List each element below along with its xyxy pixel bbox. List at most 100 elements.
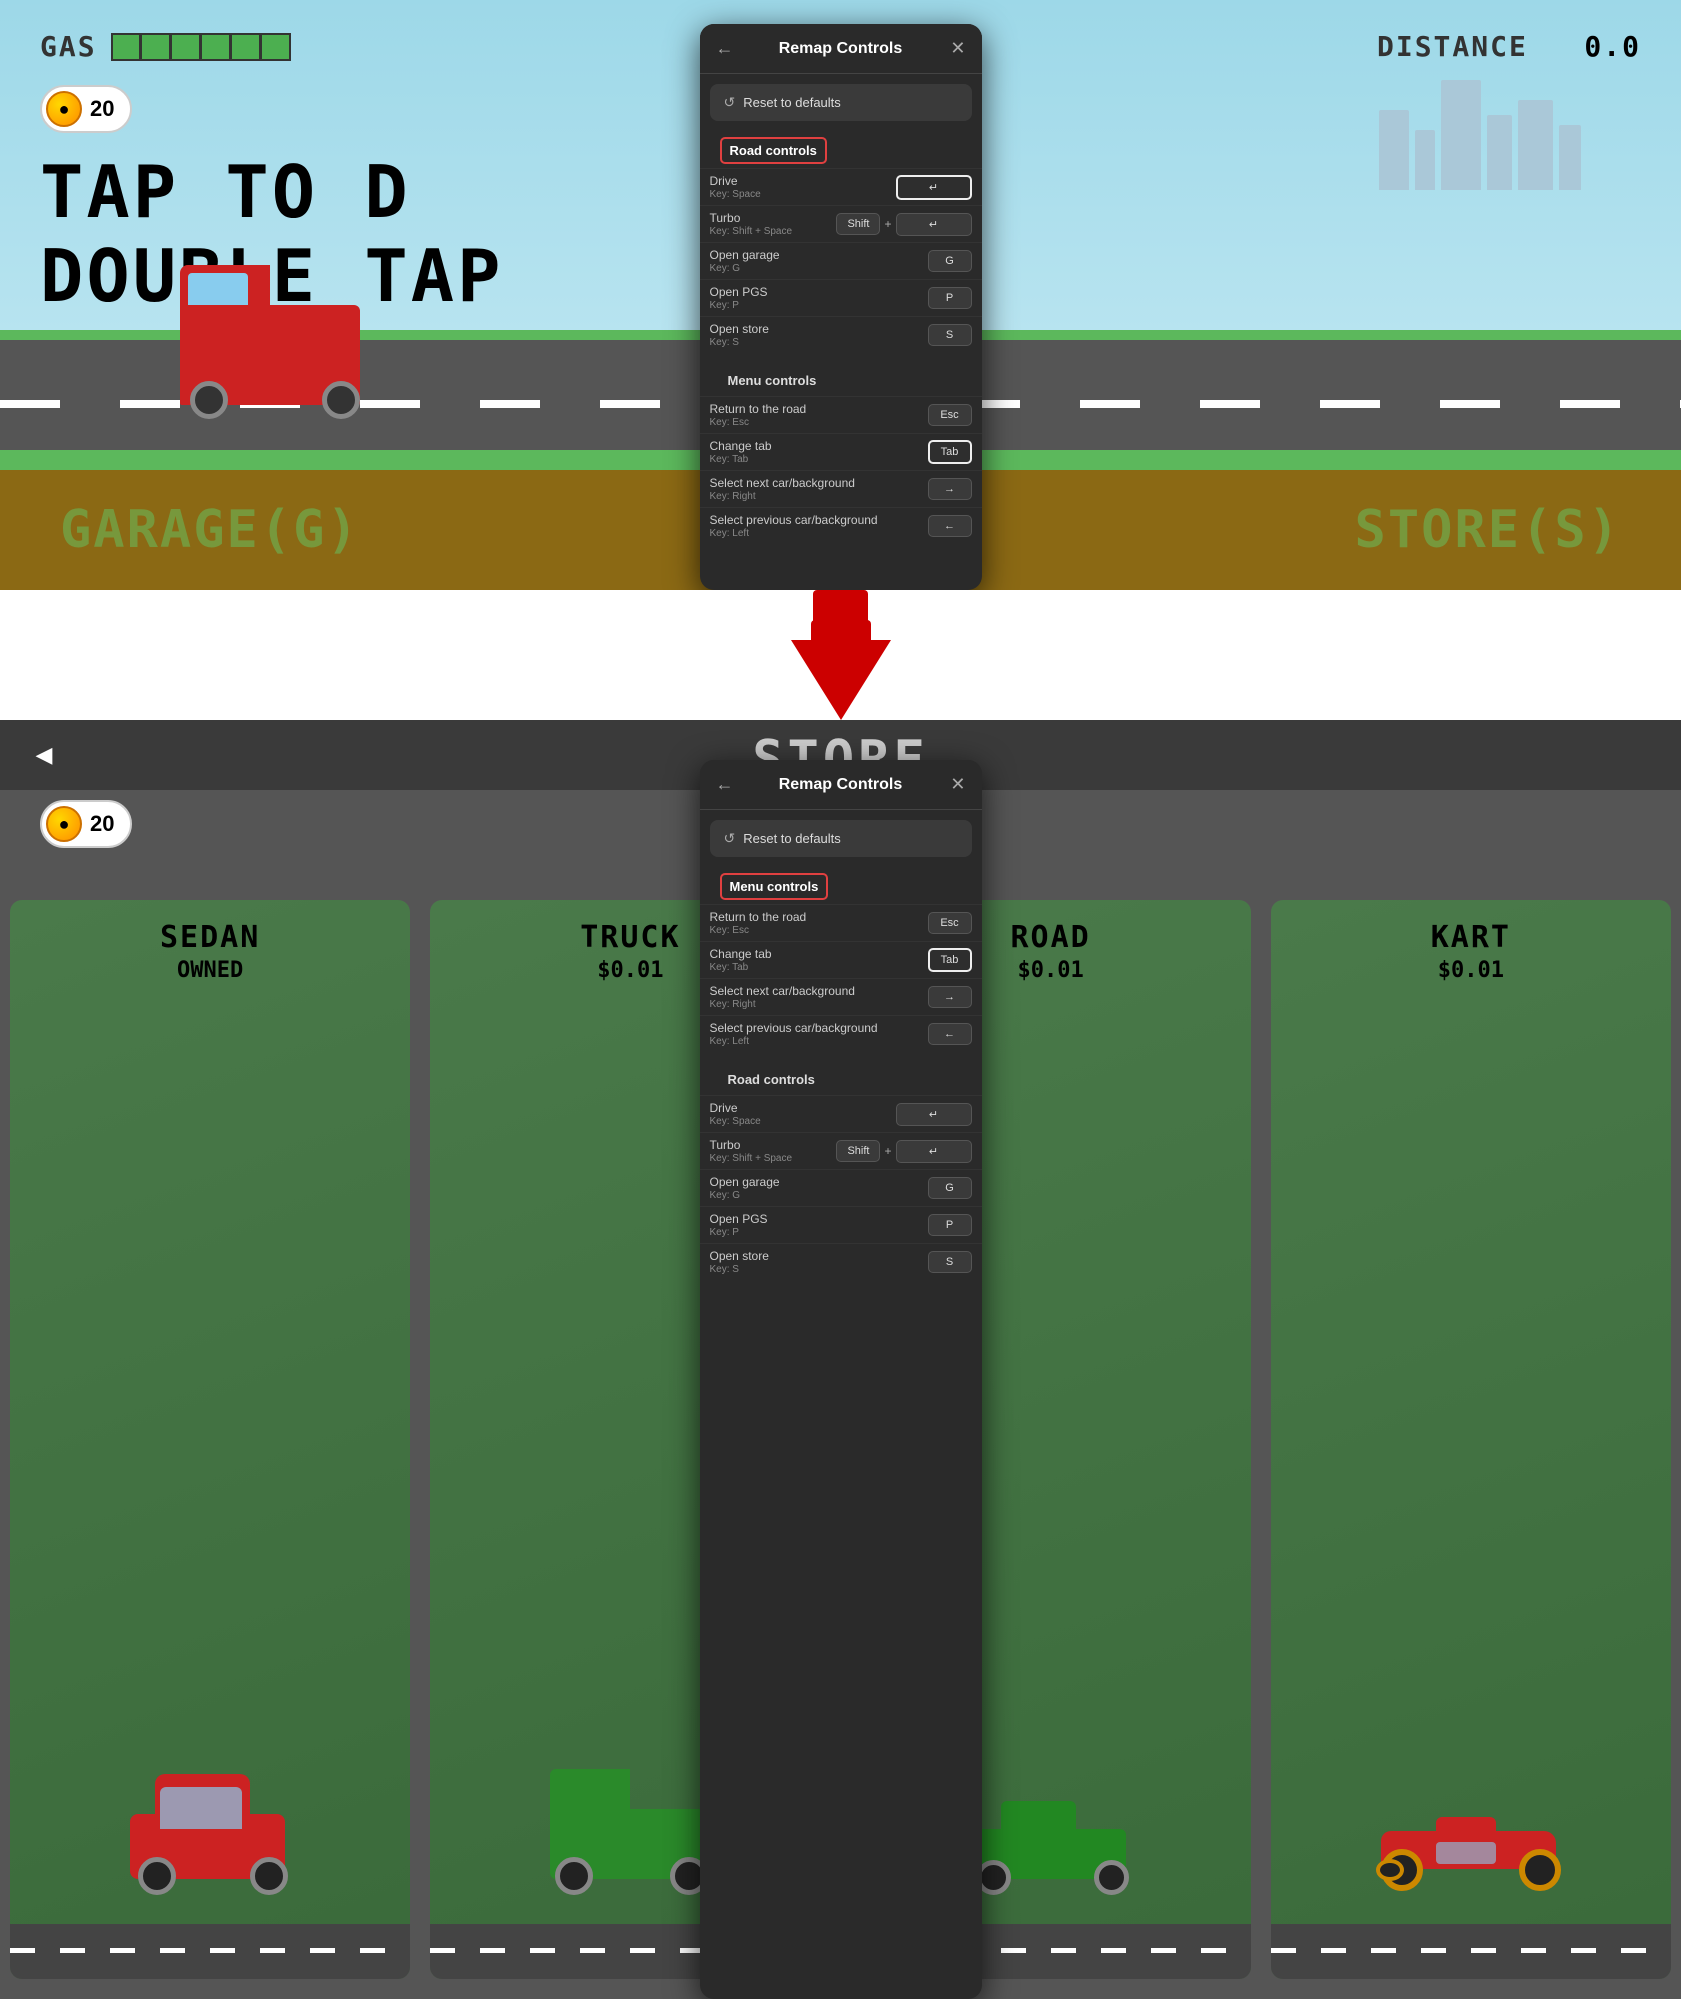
control-name-next: Select next car/background: [710, 476, 855, 490]
top-game-section: GAS DISTANCE 0.0 ● 20 TAP TO D DOUBLE TA…: [0, 0, 1681, 590]
key-button-esc-top[interactable]: Esc: [928, 404, 972, 426]
control-info-changetab-b: Change tab Key: Tab: [710, 947, 772, 973]
reset-defaults-button-top[interactable]: ↺ Reset to defaults: [710, 84, 972, 121]
plus-sign: +: [884, 217, 891, 231]
arrow-head: [791, 640, 891, 720]
modal-body-bottom: ↺ Reset to defaults Menu controls Return…: [700, 820, 982, 1290]
control-key-store: Key: S: [710, 337, 769, 348]
modal-header-top: ← Remap Controls ✕: [700, 24, 982, 74]
key-button-left-bottom[interactable]: ←: [928, 1023, 972, 1045]
control-row-garage-top: Open garage Key: G G: [700, 242, 982, 279]
key-button-s-bottom[interactable]: S: [928, 1251, 972, 1273]
control-name-turbo-b: Turbo: [710, 1138, 793, 1152]
control-name-store-b: Open store: [710, 1249, 769, 1263]
road-section-wrap-bottom: Road controls: [700, 1052, 982, 1095]
control-row-next-bottom: Select next car/background Key: Right →: [700, 978, 982, 1015]
control-row-prev-bottom: Select previous car/background Key: Left…: [700, 1015, 982, 1052]
arrow-divider: [0, 590, 1681, 720]
modal-title-top: Remap Controls: [740, 40, 942, 58]
control-info-turbo-b: Turbo Key: Shift + Space: [710, 1138, 793, 1164]
control-key-garage: Key: G: [710, 263, 780, 274]
control-key-turbo: Key: Shift + Space: [710, 226, 793, 237]
control-key-drive-b: Key: Space: [710, 1116, 761, 1127]
control-key-changetab-b: Key: Tab: [710, 962, 772, 973]
key-button-shift-b[interactable]: Shift: [836, 1140, 880, 1162]
control-name-garage: Open garage: [710, 248, 780, 262]
reset-icon-bottom: ↺: [724, 830, 736, 847]
menu-section-wrap-top: Menu controls: [700, 353, 982, 396]
road-section-wrap-top: Road controls: [700, 121, 982, 168]
control-info-turbo: Turbo Key: Shift + Space: [710, 211, 793, 237]
control-row-changetab-top: Change tab Key: Tab Tab: [700, 433, 982, 470]
control-name-changetab-b: Change tab: [710, 947, 772, 961]
control-info-drive: Drive Key: Space: [710, 174, 761, 200]
control-info-next: Select next car/background Key: Right: [710, 476, 855, 502]
key-button-space-turbo-b[interactable]: ↵: [896, 1140, 972, 1163]
key-button-space-turbo[interactable]: ↵: [896, 213, 972, 236]
key-button-tab-top[interactable]: Tab: [928, 440, 972, 464]
control-info-drive-b: Drive Key: Space: [710, 1101, 761, 1127]
plus-sign-b: +: [884, 1144, 891, 1158]
control-key-pgs: Key: P: [710, 300, 768, 311]
reset-label: Reset to defaults: [743, 95, 841, 110]
key-button-s-top[interactable]: S: [928, 324, 972, 346]
control-key-pgs-b: Key: P: [710, 1227, 768, 1238]
control-info-store-b: Open store Key: S: [710, 1249, 769, 1275]
modal-body-top: ↺ Reset to defaults Road controls Drive …: [700, 84, 982, 554]
key-button-right-top[interactable]: →: [928, 478, 972, 500]
control-name-pgs: Open PGS: [710, 285, 768, 299]
control-name-pgs-b: Open PGS: [710, 1212, 768, 1226]
control-name-drive: Drive: [710, 174, 761, 188]
control-row-pgs-bottom: Open PGS Key: P P: [700, 1206, 982, 1243]
reset-icon: ↺: [724, 94, 736, 111]
control-info-pgs: Open PGS Key: P: [710, 285, 768, 311]
key-button-left-top[interactable]: ←: [928, 515, 972, 537]
key-button-p-bottom[interactable]: P: [928, 1214, 972, 1236]
key-button-right-bottom[interactable]: →: [928, 986, 972, 1008]
control-key-store-b: Key: S: [710, 1264, 769, 1275]
reset-defaults-button-bottom[interactable]: ↺ Reset to defaults: [710, 820, 972, 857]
control-row-turbo-bottom: Turbo Key: Shift + Space Shift + ↵: [700, 1132, 982, 1169]
arrow-down-container: [791, 590, 891, 720]
control-row-prev-top: Select previous car/background Key: Left…: [700, 507, 982, 544]
control-name-return: Return to the road: [710, 402, 807, 416]
control-row-changetab-bottom: Change tab Key: Tab Tab: [700, 941, 982, 978]
modal-close-button-bottom[interactable]: ✕: [942, 774, 966, 795]
modal-close-button-top[interactable]: ✕: [942, 38, 966, 59]
menu-section-wrap-bottom: Menu controls: [700, 857, 982, 904]
control-row-store-bottom: Open store Key: S S: [700, 1243, 982, 1280]
control-key-next: Key: Right: [710, 491, 855, 502]
key-button-g-bottom[interactable]: G: [928, 1177, 972, 1199]
control-row-return-bottom: Return to the road Key: Esc Esc: [700, 904, 982, 941]
control-info-store: Open store Key: S: [710, 322, 769, 348]
modal-back-button-bottom[interactable]: ←: [716, 774, 740, 795]
control-info-changetab: Change tab Key: Tab: [710, 439, 772, 465]
key-button-tab-bottom[interactable]: Tab: [928, 948, 972, 972]
remap-modal-top: ← Remap Controls ✕ ↺ Reset to defaults R…: [700, 24, 982, 590]
control-info-next-b: Select next car/background Key: Right: [710, 984, 855, 1010]
control-info-pgs-b: Open PGS Key: P: [710, 1212, 768, 1238]
control-key-next-b: Key: Right: [710, 999, 855, 1010]
control-key-garage-b: Key: G: [710, 1190, 780, 1201]
menu-section-label-bottom: Menu controls: [720, 873, 829, 900]
menu-section-label-top: Menu controls: [720, 369, 825, 392]
control-row-next-top: Select next car/background Key: Right →: [700, 470, 982, 507]
control-name-drive-b: Drive: [710, 1101, 761, 1115]
key-button-drive-bottom[interactable]: ↵: [896, 1103, 972, 1126]
turbo-keys-combo-b: Shift + ↵: [836, 1140, 971, 1163]
control-key-return: Key: Esc: [710, 417, 807, 428]
control-info-prev: Select previous car/background Key: Left: [710, 513, 878, 539]
control-row-return-top: Return to the road Key: Esc Esc: [700, 396, 982, 433]
key-button-p-top[interactable]: P: [928, 287, 972, 309]
road-section-label-bottom: Road controls: [720, 1068, 823, 1091]
key-button-shift[interactable]: Shift: [836, 213, 880, 235]
key-button-drive[interactable]: ↵: [896, 175, 972, 200]
control-info-garage-b: Open garage Key: G: [710, 1175, 780, 1201]
control-key-turbo-b: Key: Shift + Space: [710, 1153, 793, 1164]
key-button-esc-bottom[interactable]: Esc: [928, 912, 972, 934]
control-row-drive-top: Drive Key: Space ↵: [700, 168, 982, 205]
reset-label-bottom: Reset to defaults: [743, 831, 841, 846]
modal-back-button[interactable]: ←: [716, 38, 740, 59]
key-button-g-top[interactable]: G: [928, 250, 972, 272]
control-row-drive-bottom: Drive Key: Space ↵: [700, 1095, 982, 1132]
